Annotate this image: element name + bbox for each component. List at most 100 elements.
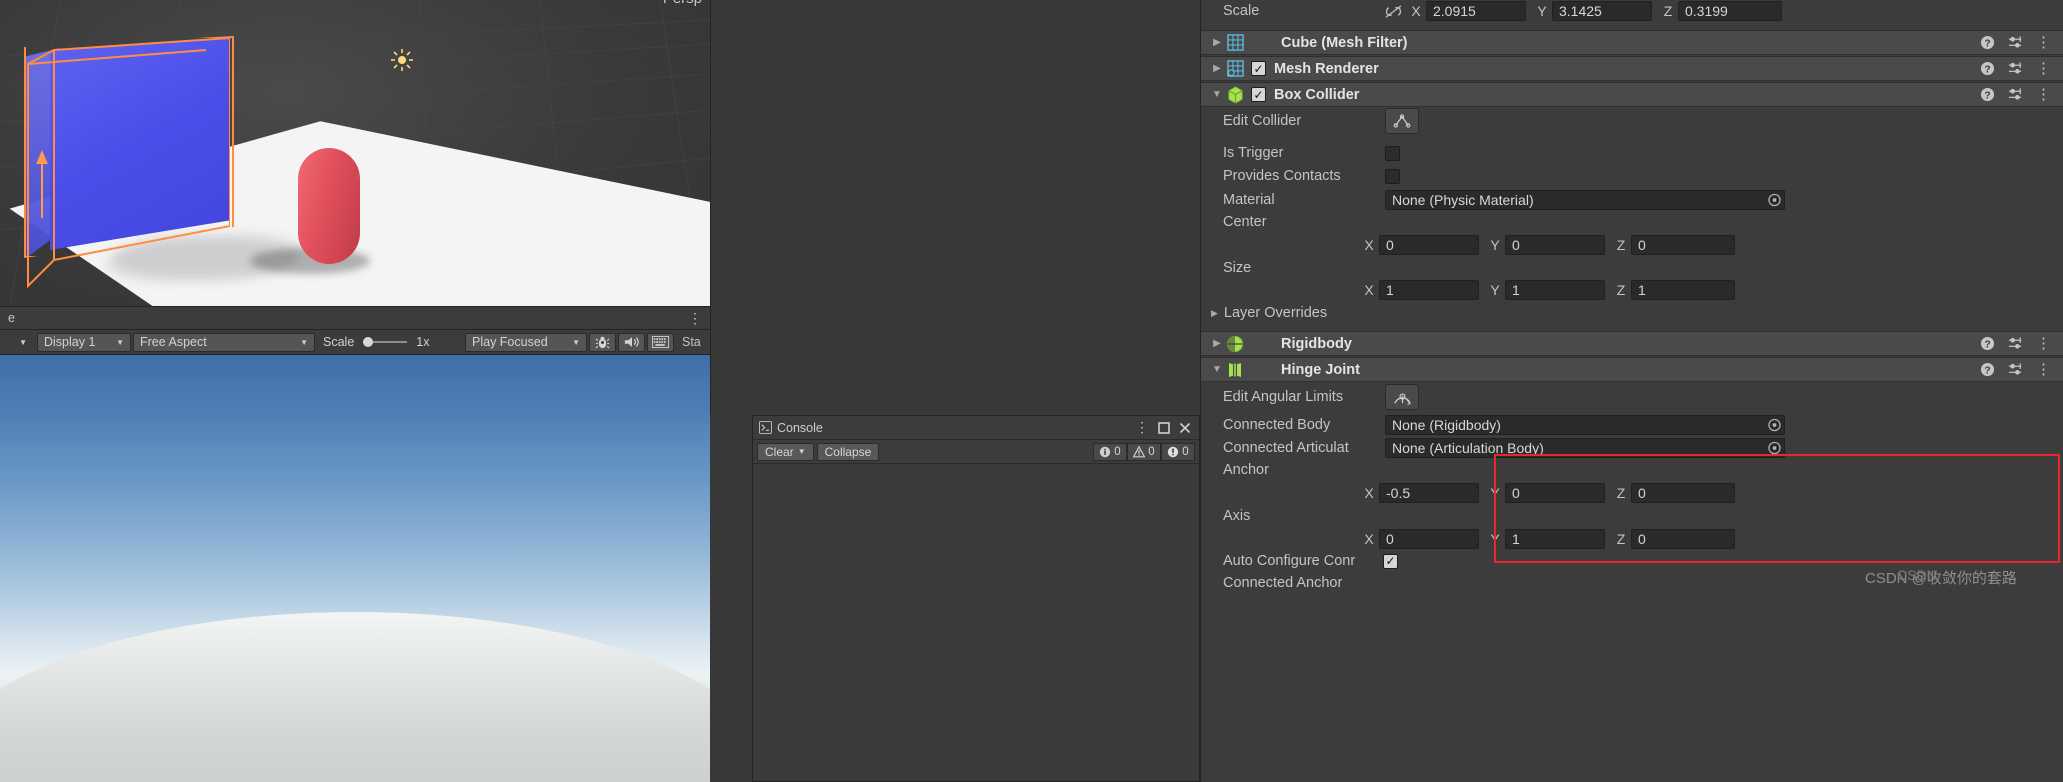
inspector-scroll[interactable]: Scale X 2.0915 Y 3.1425 Z 0.3199 (1201, 0, 2063, 782)
anchor-x-input[interactable]: -0.5 (1379, 483, 1479, 503)
component-header-box-collider[interactable]: ▼ ✓ Box Collider ? (1201, 82, 2063, 107)
object-picker-icon[interactable] (1768, 419, 1781, 432)
display-dropdown[interactable]: Display 1 ▼ (37, 333, 131, 352)
size-x-input[interactable]: 1 (1379, 280, 1479, 300)
scale-y-input[interactable]: 3.1425 (1552, 1, 1652, 21)
center-y-input[interactable]: 0 (1505, 235, 1605, 255)
axis-vector-row[interactable]: X 0 Y 1 Z 0 (1201, 528, 2063, 550)
game-view-toolbar[interactable]: ▼ Display 1 ▼ Free Aspect ▼ Scale 1x Pla… (0, 330, 710, 355)
connected-articulation-body-row[interactable]: Connected Articulat None (Articulation B… (1201, 437, 2063, 459)
transform-scale-row[interactable]: Scale X 2.0915 Y 3.1425 Z 0.3199 (1201, 0, 2063, 22)
kebab-icon[interactable]: ⋮ (2036, 90, 2051, 99)
object-picker-icon[interactable] (1768, 194, 1781, 207)
game-view-menu-icon[interactable]: ⋮ (688, 313, 702, 323)
blue-cube-object[interactable] (20, 38, 230, 306)
component-actions[interactable]: ? ⋮ (1980, 35, 2063, 50)
component-actions[interactable]: ? ⋮ (1980, 87, 2063, 102)
play-mode-dropdown[interactable]: Play Focused ▼ (465, 333, 587, 352)
collider-size-vector-row[interactable]: X 1 Y 1 Z 1 (1201, 279, 2063, 301)
size-y-input[interactable]: 1 (1505, 280, 1605, 300)
edit-angular-limits-row[interactable]: Edit Angular Limits (1201, 384, 2063, 410)
axis-z-input[interactable]: 0 (1631, 529, 1735, 549)
stats-button[interactable] (647, 333, 674, 352)
scale-y-field[interactable]: Y 3.1425 (1536, 1, 1652, 21)
help-icon[interactable]: ? (1980, 35, 1995, 50)
red-capsule-object[interactable] (298, 148, 360, 264)
edit-collider-button[interactable] (1385, 108, 1419, 134)
anchor-y-field[interactable]: Y 0 (1489, 483, 1605, 503)
connected-articulation-object-field[interactable]: None (Articulation Body) (1385, 438, 1785, 458)
directional-light-gizmo-icon[interactable] (390, 48, 414, 72)
game-view[interactable] (0, 355, 710, 782)
kebab-icon[interactable]: ⋮ (2036, 38, 2051, 47)
tab-console[interactable]: Console (759, 421, 823, 435)
close-icon[interactable] (1179, 422, 1191, 434)
center-x-input[interactable]: 0 (1379, 235, 1479, 255)
preset-icon[interactable] (2008, 35, 2023, 50)
console-menu-icon[interactable]: ⋮ (1135, 423, 1149, 432)
component-actions[interactable]: ? ⋮ (1980, 362, 2063, 377)
axis-y-field[interactable]: Y 1 (1489, 529, 1605, 549)
scene-view-perspective-label[interactable]: Persp (663, 0, 702, 7)
scene-canvas[interactable]: Persp (0, 0, 710, 306)
kebab-icon[interactable]: ⋮ (2036, 339, 2051, 348)
foldout-collapsed-icon[interactable]: ▶ (1209, 338, 1225, 349)
help-icon[interactable]: ? (1980, 87, 1995, 102)
layer-overrides-row[interactable]: ▶ Layer Overrides (1201, 303, 2063, 323)
component-header-mesh-filter[interactable]: ▶ Cube (Mesh Filter) ? (1201, 30, 2063, 55)
center-x-field[interactable]: X 0 (1363, 235, 1479, 255)
console-tabbar[interactable]: Console ⋮ (753, 416, 1199, 440)
scale-slider-knob[interactable] (363, 337, 373, 347)
game-view-tab[interactable]: e (0, 307, 23, 329)
anchor-z-input[interactable]: 0 (1631, 483, 1735, 503)
size-z-field[interactable]: Z 1 (1615, 280, 1735, 300)
scale-slider[interactable]: Scale 1x (317, 333, 463, 352)
preset-icon[interactable] (2008, 87, 2023, 102)
anchor-vector-row[interactable]: X -0.5 Y 0 Z 0 (1201, 482, 2063, 504)
connected-body-row[interactable]: Connected Body None (Rigidbody) (1201, 414, 2063, 436)
collider-center-vector-row[interactable]: X 0 Y 0 Z 0 (1201, 234, 2063, 256)
foldout-collapsed-icon[interactable]: ▶ (1209, 37, 1225, 48)
center-z-field[interactable]: Z 0 (1615, 235, 1735, 255)
axis-x-field[interactable]: X 0 (1363, 529, 1479, 549)
console-message-list[interactable] (753, 464, 1199, 781)
component-actions[interactable]: ? ⋮ (1980, 61, 2063, 76)
foldout-expanded-icon[interactable]: ▼ (1209, 89, 1225, 100)
scale-z-input[interactable]: 0.3199 (1678, 1, 1782, 21)
edit-angular-limits-button[interactable] (1385, 384, 1419, 410)
component-header-mesh-renderer[interactable]: ▶ ✓ Mesh Renderer (1201, 56, 2063, 81)
foldout-collapsed-icon[interactable]: ▶ (1211, 308, 1218, 319)
mute-audio-button[interactable] (589, 333, 616, 352)
warning-count-button[interactable]: 0 (1127, 443, 1161, 461)
center-y-field[interactable]: Y 0 (1489, 235, 1605, 255)
stats-label-button[interactable]: Sta (676, 333, 707, 352)
info-count-button[interactable]: 0 (1093, 443, 1127, 461)
object-picker-icon[interactable] (1768, 442, 1781, 455)
console-panel[interactable]: Console ⋮ Clear ▼ Collapse (752, 415, 1200, 782)
scale-x-input[interactable]: 2.0915 (1426, 1, 1526, 21)
size-x-field[interactable]: X 1 (1363, 280, 1479, 300)
auto-configure-checkbox[interactable]: ✓ (1383, 554, 1398, 569)
console-toolbar[interactable]: Clear ▼ Collapse 0 (753, 440, 1199, 464)
scale-slider-track[interactable] (363, 341, 407, 343)
clear-button[interactable]: Clear ▼ (757, 443, 814, 461)
maximize-icon[interactable] (1158, 422, 1170, 434)
scene-view[interactable]: Persp (0, 0, 710, 306)
error-count-button[interactable]: 0 (1161, 443, 1195, 461)
size-z-input[interactable]: 1 (1631, 280, 1735, 300)
preset-icon[interactable] (2008, 336, 2023, 351)
aspect-dropdown[interactable]: Free Aspect ▼ (133, 333, 315, 352)
preset-icon[interactable] (2008, 61, 2023, 76)
game-view-extra-dropdown[interactable]: ▼ (1, 333, 35, 352)
component-actions[interactable]: ? ⋮ (1980, 336, 2063, 351)
axis-x-input[interactable]: 0 (1379, 529, 1479, 549)
constrain-proportions-off-icon[interactable] (1385, 4, 1402, 19)
help-icon[interactable]: ? (1980, 336, 1995, 351)
help-icon[interactable]: ? (1980, 61, 1995, 76)
kebab-icon[interactable]: ⋮ (2036, 64, 2051, 73)
project-browser-pane[interactable] (710, 0, 1200, 415)
collider-material-row[interactable]: Material None (Physic Material) (1201, 189, 2063, 211)
anchor-x-field[interactable]: X -0.5 (1363, 483, 1479, 503)
game-view-tabbar[interactable]: e ⋮ (0, 306, 710, 330)
connected-body-object-field[interactable]: None (Rigidbody) (1385, 415, 1785, 435)
